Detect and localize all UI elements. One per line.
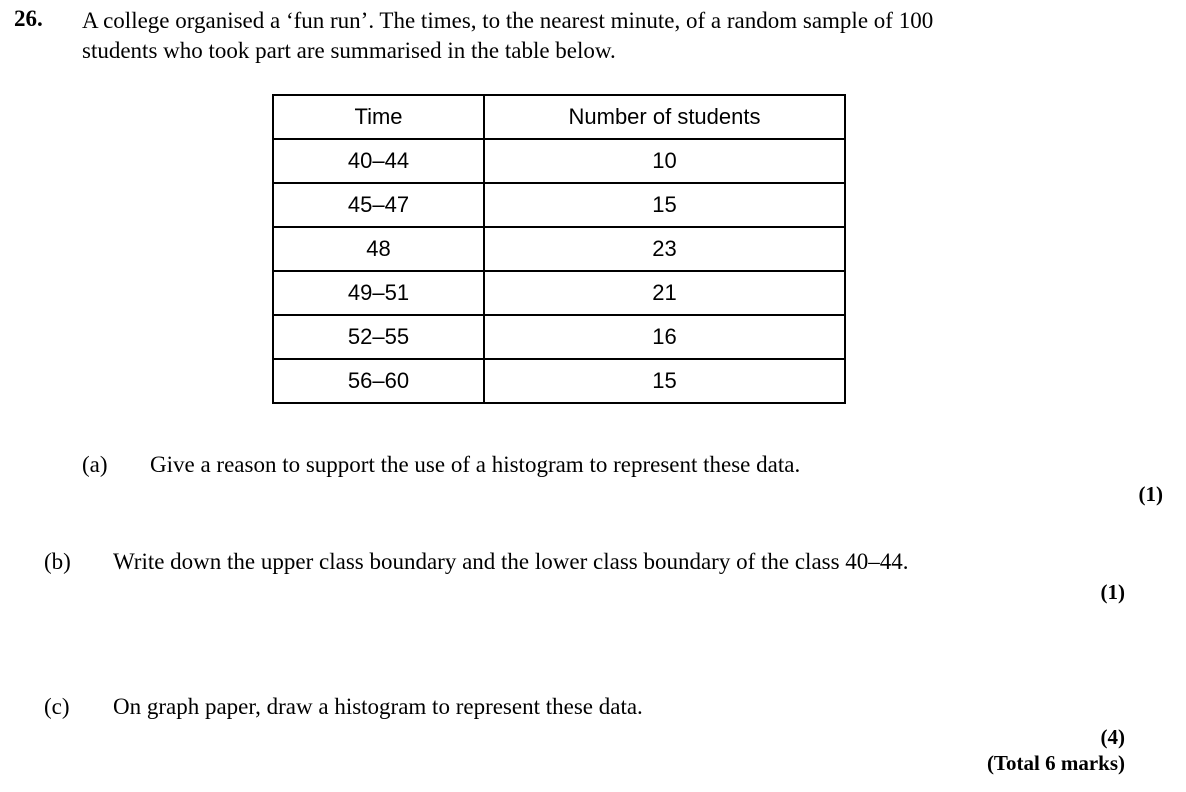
count-cell: 15 [483,182,846,228]
table-row: 40–44 10 [272,138,846,184]
table-row: 45–47 15 [272,182,846,228]
part-b-text: Write down the upper class boundary and … [113,549,909,574]
count-cell: 23 [483,226,846,272]
part-a-label: (a) [82,452,108,477]
total-marks: (Total 6 marks) [986,751,1125,775]
intro-line-1: A college organised a ‘fun run’. The tim… [82,8,934,33]
table-row: 56–60 15 [272,358,846,404]
header-number-of-students: Number of students [483,94,846,140]
part-b-marks: (1) [1100,580,1126,604]
time-cell: 52–55 [272,314,485,360]
time-cell: 49–51 [272,270,485,316]
table-row: 48 23 [272,226,846,272]
time-cell: 48 [272,226,485,272]
part-c-marks: (4) [1100,725,1126,749]
table-row: 52–55 16 [272,314,846,360]
question-number: 26. [14,6,43,31]
fun-run-times-table: Time Number of students 40–44 10 45–47 1… [272,94,846,404]
table-row: 49–51 21 [272,270,846,316]
time-cell: 45–47 [272,182,485,228]
question-intro: A college organised a ‘fun run’. The tim… [82,6,933,66]
count-cell: 21 [483,270,846,316]
part-a-text: Give a reason to support the use of a hi… [150,452,801,477]
time-cell: 56–60 [272,358,485,404]
intro-line-2: students who took part are summarised in… [82,38,616,63]
count-cell: 16 [483,314,846,360]
count-cell: 10 [483,138,846,184]
part-c-text: On graph paper, draw a histogram to repr… [113,694,643,719]
table-header-row: Time Number of students [272,94,846,140]
part-b-label: (b) [44,549,71,574]
count-cell: 15 [483,358,846,404]
header-time: Time [272,94,485,140]
part-a-marks: (1) [1138,482,1164,506]
part-c-label: (c) [44,694,70,719]
time-cell: 40–44 [272,138,485,184]
